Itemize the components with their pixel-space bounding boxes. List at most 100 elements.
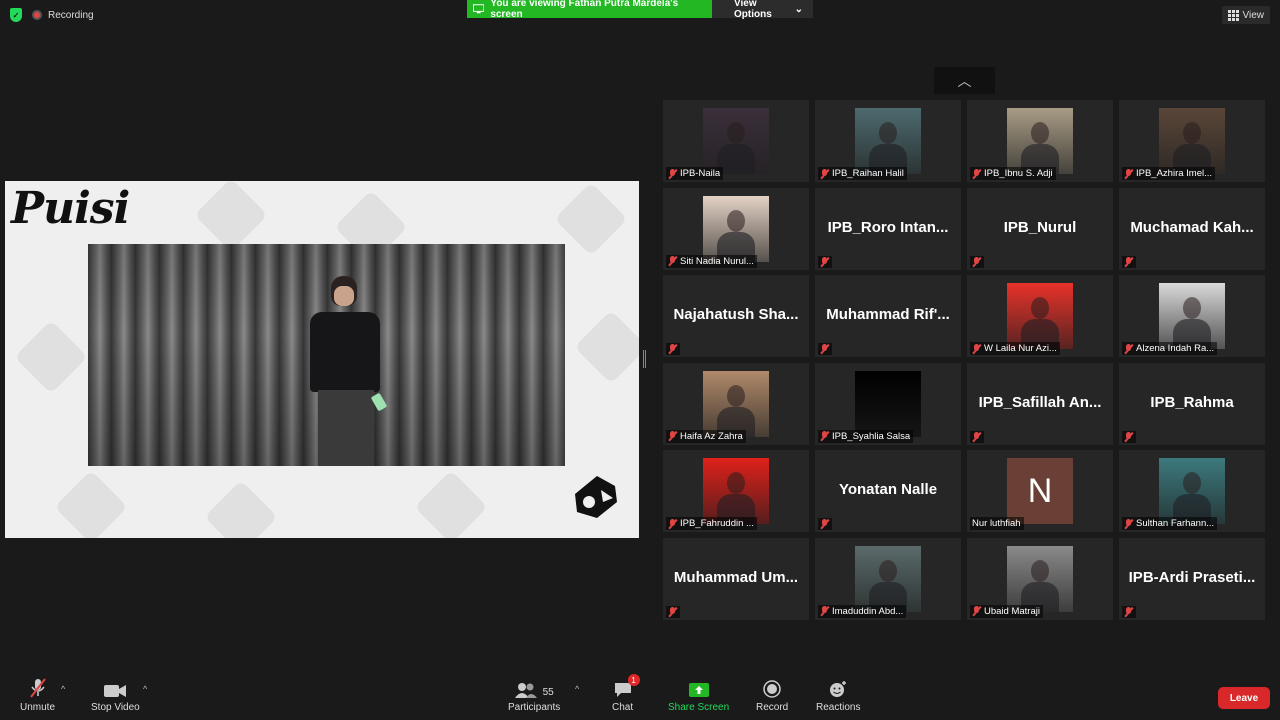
participant-name-text: IPB_Raihan Halil bbox=[832, 168, 904, 179]
participants-options-caret[interactable]: ^ bbox=[575, 684, 579, 694]
participant-tile[interactable]: Muhammad Rif'... bbox=[815, 275, 961, 357]
participant-tile[interactable]: Imaduddin Abd... bbox=[815, 537, 961, 620]
participant-tile[interactable]: Alzena Indah Ra... bbox=[1119, 275, 1265, 357]
mic-muted-icon bbox=[820, 519, 829, 529]
participant-name-label bbox=[666, 343, 680, 355]
chat-button[interactable]: 1 Chat bbox=[612, 674, 640, 713]
participant-tile[interactable]: Siti Nadia Nurul... bbox=[663, 187, 809, 270]
participant-name-label: W Laila Nur Azi... bbox=[970, 342, 1060, 355]
mic-muted-icon bbox=[668, 168, 677, 179]
participant-name-display: IPB_Rahma bbox=[1150, 393, 1234, 411]
participant-name-display: Muhammad Um... bbox=[673, 568, 799, 586]
mic-muted-icon bbox=[1124, 168, 1133, 179]
participant-tile[interactable]: IPB-Ardi Praseti... bbox=[1119, 537, 1265, 620]
collapse-gallery-button[interactable]: ︿ bbox=[934, 67, 995, 94]
video-camera-icon bbox=[104, 685, 127, 697]
participant-name-display: Muhammad Rif'... bbox=[826, 305, 950, 323]
participant-tile[interactable]: IPB_Fahruddin ... bbox=[663, 450, 809, 532]
recording-label: Recording bbox=[48, 9, 94, 21]
participant-tile[interactable]: Haifa Az Zahra bbox=[663, 362, 809, 445]
share-screen-button[interactable]: Share Screen bbox=[668, 678, 729, 713]
shared-screen-content: Puisi bbox=[5, 181, 639, 538]
recording-indicator[interactable]: Recording bbox=[32, 10, 94, 21]
chevron-up-icon: ︿ bbox=[957, 72, 972, 89]
view-options-button[interactable]: View Options ⌄ bbox=[712, 0, 813, 20]
participant-tile[interactable]: IPB_Ibnu S. Adji bbox=[967, 100, 1113, 182]
split-divider-handle[interactable] bbox=[643, 350, 646, 368]
participant-name-label bbox=[970, 255, 984, 268]
share-screen-label: Share Screen bbox=[668, 702, 730, 713]
chat-icon bbox=[614, 683, 631, 697]
participant-tile[interactable]: Yonatan Nalle bbox=[815, 450, 961, 532]
view-button[interactable]: View bbox=[1221, 6, 1270, 24]
participant-tile[interactable]: IPB_Raihan Halil bbox=[815, 100, 961, 182]
recording-dot-icon bbox=[32, 10, 42, 20]
shield-icon[interactable]: ✓ bbox=[10, 8, 22, 22]
participant-tile[interactable]: IPB_Azhira Imel... bbox=[1119, 100, 1265, 182]
participant-tile[interactable]: IPB-Naila bbox=[663, 100, 809, 182]
mic-muted-icon bbox=[1124, 606, 1133, 617]
participant-video bbox=[703, 108, 769, 174]
leave-button[interactable]: Leave bbox=[1218, 687, 1270, 709]
participant-name-label: IPB_Syahlia Salsa bbox=[818, 429, 914, 443]
participant-tile[interactable]: IPB_Safillah An... bbox=[967, 362, 1113, 445]
participant-name-text: Ubaid Matraji bbox=[984, 605, 1040, 617]
participant-name-text: IPB_Ibnu S. Adji bbox=[984, 168, 1053, 179]
participant-avatar: N bbox=[1007, 458, 1073, 524]
mic-muted-icon bbox=[820, 168, 829, 179]
participant-name-label: Nur luthfiah bbox=[970, 517, 1024, 530]
record-button[interactable]: Record bbox=[756, 678, 788, 713]
share-banner: You are viewing Fathan Putra Mardela's s… bbox=[467, 0, 813, 20]
background-pattern bbox=[574, 310, 639, 384]
participant-name-label: IPB_Azhira Imel... bbox=[1122, 167, 1216, 180]
participant-tile[interactable]: Sulthan Farhann... bbox=[1119, 450, 1265, 532]
participant-name-label: IPB-Naila bbox=[666, 167, 724, 180]
participant-video bbox=[1007, 108, 1073, 174]
mic-muted-icon bbox=[29, 678, 46, 698]
mic-muted-icon bbox=[1124, 431, 1133, 442]
participant-tile[interactable]: IPB_Roro Intan... bbox=[815, 187, 961, 270]
mic-muted-icon bbox=[1124, 256, 1133, 267]
meeting-toolbar: Unmute ^ Stop Video ^ 55 Participants ^ … bbox=[0, 672, 1280, 720]
participant-tile[interactable]: Muhammad Um... bbox=[663, 537, 809, 620]
participant-name-text: Imaduddin Abd... bbox=[832, 605, 904, 617]
mic-muted-icon bbox=[972, 168, 981, 179]
mic-muted-icon bbox=[972, 606, 981, 616]
participant-video bbox=[1007, 545, 1073, 612]
participant-name-text: IPB-Naila bbox=[680, 168, 721, 179]
mic-muted-icon bbox=[820, 344, 829, 354]
participant-video bbox=[1159, 283, 1225, 349]
participant-video bbox=[703, 458, 769, 524]
participant-name-label: IPB_Ibnu S. Adji bbox=[970, 167, 1056, 180]
participant-name-display: Yonatan Nalle bbox=[838, 480, 938, 498]
participant-video bbox=[1159, 108, 1225, 174]
participant-tile[interactable]: IPB_Rahma bbox=[1119, 362, 1265, 445]
background-pattern bbox=[414, 470, 488, 538]
record-label: Record bbox=[756, 702, 789, 713]
participant-name-label bbox=[970, 430, 984, 443]
viewing-banner: You are viewing Fathan Putra Mardela's s… bbox=[467, 0, 712, 20]
background-pattern bbox=[14, 320, 88, 394]
video-options-caret[interactable]: ^ bbox=[143, 684, 147, 694]
participants-button[interactable]: 55 Participants bbox=[508, 678, 560, 713]
unmute-button[interactable]: Unmute bbox=[20, 678, 55, 713]
participant-tile[interactable]: IPB_Syahlia Salsa bbox=[815, 362, 961, 445]
participant-name-label: Ubaid Matraji bbox=[970, 604, 1043, 618]
chat-unread-badge: 1 bbox=[627, 674, 640, 686]
participant-video bbox=[1159, 458, 1225, 524]
participant-tile[interactable]: N Nur luthfiah bbox=[967, 450, 1113, 532]
reactions-button[interactable]: Reactions bbox=[816, 678, 860, 713]
participant-tile[interactable]: Ubaid Matraji bbox=[967, 537, 1113, 620]
participant-name-text: W Laila Nur Azi... bbox=[984, 343, 1057, 354]
background-pattern bbox=[554, 182, 628, 256]
participant-tile[interactable]: Najahatush Sha... bbox=[663, 275, 809, 357]
audio-options-caret[interactable]: ^ bbox=[61, 684, 65, 694]
participant-name-label bbox=[1122, 255, 1136, 268]
participant-tile[interactable]: Muchamad Kah... bbox=[1119, 187, 1265, 270]
mic-muted-icon bbox=[1124, 343, 1133, 354]
view-label: View bbox=[1242, 9, 1265, 21]
stop-video-button[interactable]: Stop Video bbox=[91, 678, 140, 713]
participant-tile[interactable]: IPB_Nurul bbox=[967, 187, 1113, 270]
participant-tile[interactable]: W Laila Nur Azi... bbox=[967, 275, 1113, 357]
chevron-down-icon: ⌄ bbox=[794, 3, 803, 15]
